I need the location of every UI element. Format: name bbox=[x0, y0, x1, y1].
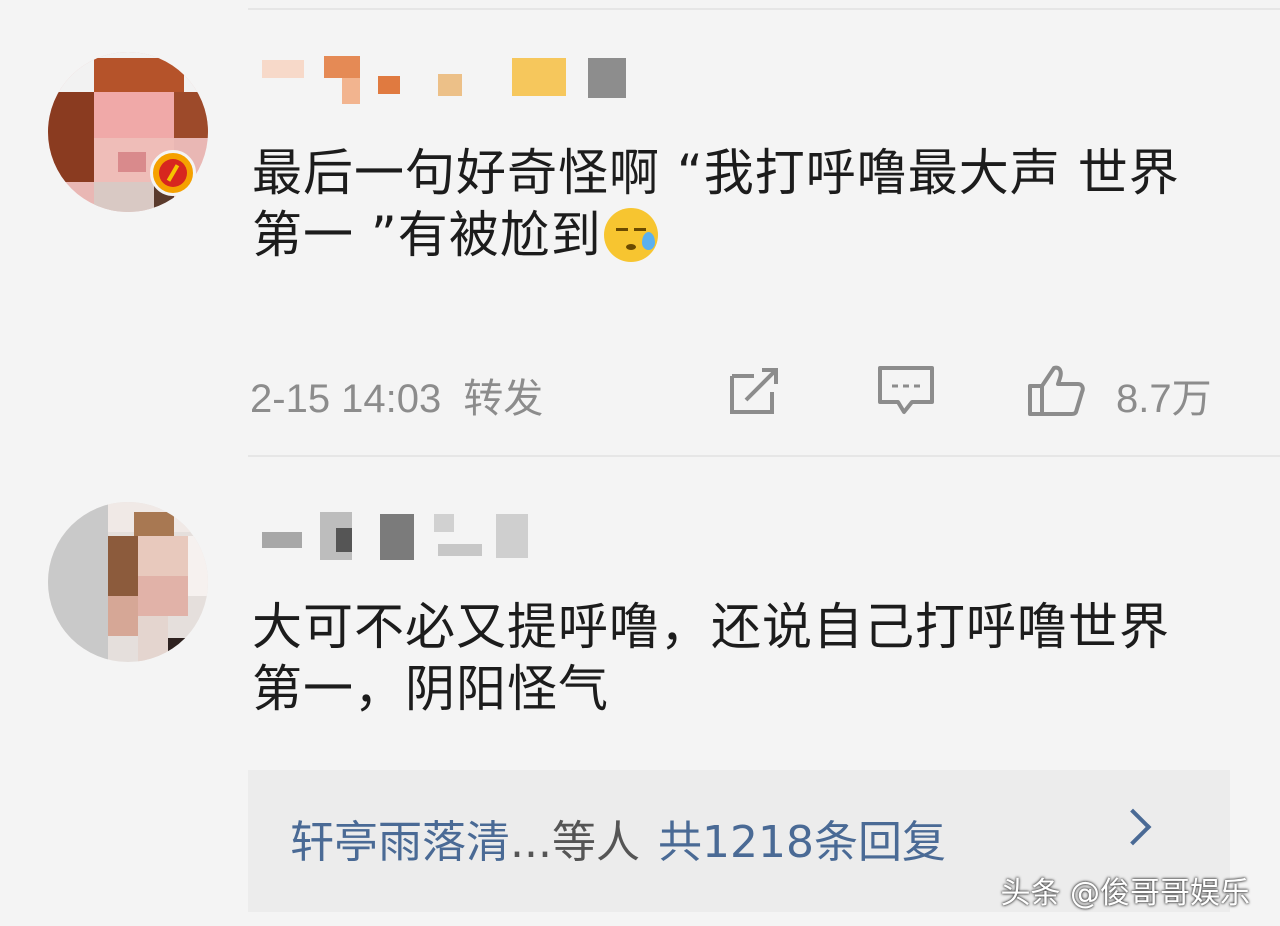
avatar[interactable] bbox=[48, 502, 208, 662]
reply-total[interactable]: 共1218条回复 bbox=[658, 817, 946, 868]
like-count: 8.7万 bbox=[1116, 377, 1212, 421]
comment-text: 最后一句好奇怪啊 “我打呼噜最大声 世界第一 ”有被尬到 bbox=[252, 142, 1212, 266]
comment-text-content: 最后一句好奇怪啊 “我打呼噜最大声 世界第一 ”有被尬到 bbox=[252, 144, 1180, 264]
reply-summary-text: 轩亭雨落清...等人 共1218条回复 bbox=[290, 806, 946, 870]
share-icon[interactable] bbox=[724, 362, 784, 418]
comment-meta: 2-15 14:03 转发 bbox=[250, 366, 565, 424]
thumbs-up-icon[interactable] bbox=[1026, 362, 1086, 418]
comment-divider bbox=[248, 455, 1280, 457]
reply-user[interactable]: 轩亭雨落清 bbox=[290, 817, 510, 868]
comment-text: 大可不必又提呼噜，还说自己打呼噜世界第一，阴阳怪气 bbox=[252, 598, 1170, 718]
verified-badge-icon bbox=[150, 150, 196, 196]
chevron-right-icon[interactable] bbox=[1114, 808, 1152, 846]
watermark: 头条 @俊哥哥娱乐 bbox=[1000, 876, 1250, 911]
forward-link[interactable]: 转发 bbox=[463, 377, 543, 421]
timestamp: 2-15 14:03 bbox=[250, 377, 442, 421]
comment-icon[interactable] bbox=[876, 362, 936, 418]
top-divider bbox=[248, 8, 1280, 10]
reply-others: ...等人 bbox=[510, 817, 640, 868]
sweat-emoji-icon bbox=[603, 208, 658, 262]
